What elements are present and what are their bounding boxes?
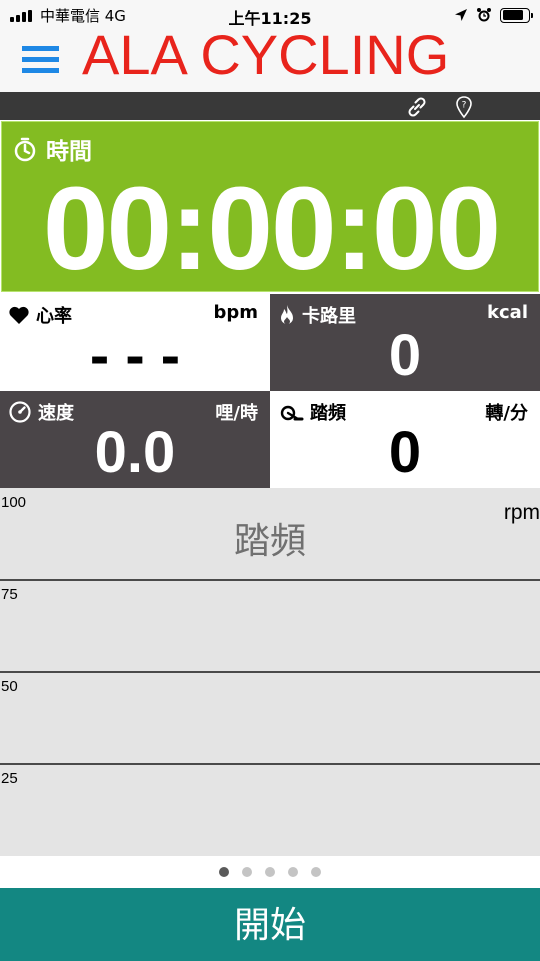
chart-title: 踏頻 [233,521,306,562]
location-arrow-icon [455,9,467,21]
speed-tile: 速度 哩/時 0.0 [0,391,270,488]
heart-rate-unit: bpm [213,302,258,323]
page-dot[interactable] [242,867,252,877]
start-button[interactable]: 開始 [0,888,540,961]
timer-label: 時間 [46,139,92,165]
gridline [0,763,540,765]
svg-text:?: ? [462,101,467,111]
calories-unit: kcal [487,302,528,323]
y-tick-label: 25 [1,770,18,787]
y-tick-label: 50 [1,678,18,695]
gridline [0,579,540,581]
page-dot[interactable] [311,867,321,877]
timer-value: 00:00:00 [42,163,501,295]
y-tick-label: 75 [1,586,18,603]
link-icon[interactable] [405,95,429,119]
calories-tile: 卡路里 kcal 0 [270,294,540,391]
heart-icon [9,306,29,324]
page-dot[interactable] [288,867,298,877]
battery-icon [500,7,533,23]
page-indicator[interactable] [0,856,540,888]
pedal-icon [280,405,304,421]
hamburger-menu-icon[interactable] [22,46,60,76]
cadence-chart: 踏頻 rpm 100 75 50 25 [0,488,540,856]
app-title: ALA CYCLING [82,23,450,86]
y-tick-label: 100 [1,494,27,511]
cadence-tile: 踏頻 轉/分 0 [270,391,540,488]
page-dot[interactable] [265,867,275,877]
gridline [0,671,540,673]
heart-rate-tile: 心率 bpm - - - [0,294,270,391]
page-dot[interactable] [219,867,229,877]
chart-unit: rpm [503,501,540,524]
flame-icon [281,305,293,325]
cadence-value: 0 [388,420,422,485]
timer-panel: 時間 00:00:00 [1,121,539,292]
location-pin-icon[interactable]: ? [452,95,476,119]
heart-rate-value: - - - [89,323,181,388]
app-header: ALA CYCLING [0,23,540,92]
connection-toolbar: ? [0,92,540,120]
stopwatch-icon [14,137,36,162]
alarm-icon [477,8,491,22]
calories-value: 0 [388,323,422,388]
speed-value: 0.0 [94,420,176,485]
